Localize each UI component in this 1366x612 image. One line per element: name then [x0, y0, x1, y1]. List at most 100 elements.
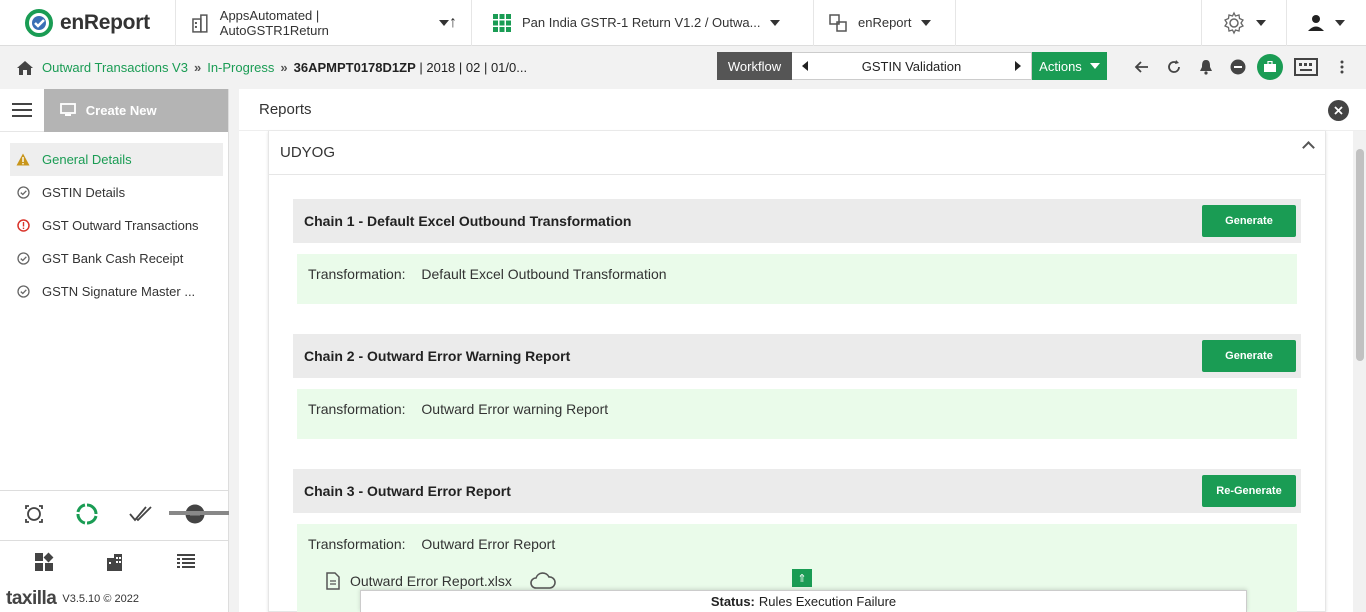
- top-bar: enReport AppsAutomated | AutoGSTR1Return…: [0, 0, 1366, 46]
- dashboard-icon[interactable]: [34, 552, 54, 575]
- check-circle-icon: [16, 285, 30, 299]
- workflow-bar: Workflow GSTIN Validation Actions: [717, 52, 1107, 80]
- transformation-value: Outward Error warning Report: [421, 401, 609, 417]
- warning-icon: [16, 153, 30, 167]
- file-icon: [326, 572, 340, 590]
- brand-name: enReport: [60, 10, 150, 34]
- menu-toggle-button[interactable]: [0, 89, 44, 132]
- chevron-down-icon: [770, 19, 781, 26]
- chain-header: Chain 1 - Default Excel Outbound Transfo…: [293, 199, 1301, 243]
- check-circle-icon: [16, 252, 30, 266]
- bell-icon: [1200, 60, 1212, 75]
- focus-icon[interactable]: [24, 504, 44, 527]
- chain-transformation: Transformation: Default Excel Outbound T…: [297, 254, 1297, 304]
- status-value: Rules Execution Failure: [758, 594, 897, 609]
- chevron-down-icon: [439, 19, 449, 26]
- actions-dropdown[interactable]: Actions: [1032, 52, 1107, 80]
- list-report-icon[interactable]: [176, 553, 196, 574]
- sidebar-tools-secondary: [0, 540, 229, 585]
- main-panel: Reports UDYOG Chain 1 - Default Excel Ou…: [239, 89, 1366, 612]
- briefcase-icon: [1264, 61, 1276, 72]
- refresh-button[interactable]: [1158, 52, 1190, 82]
- cloud-download-icon[interactable]: [530, 572, 556, 590]
- sidebar-item-label: General Details: [42, 152, 132, 167]
- chain-header: Chain 3 - Outward Error Report Re-Genera…: [293, 469, 1301, 513]
- generate-button[interactable]: Generate: [1202, 340, 1296, 372]
- scrollbar[interactable]: [1353, 131, 1366, 612]
- home-icon[interactable]: [16, 60, 34, 76]
- minus-circle-icon: [1230, 59, 1246, 75]
- hamburger-icon: [11, 103, 32, 117]
- regenerate-button[interactable]: Re-Generate: [1202, 475, 1296, 507]
- brand-logo[interactable]: enReport: [0, 0, 176, 46]
- generate-button[interactable]: Generate: [1202, 205, 1296, 237]
- breadcrumb-separator: »: [280, 60, 288, 75]
- close-button[interactable]: [1328, 100, 1349, 121]
- breadcrumb-item-in-progress[interactable]: In-Progress: [207, 60, 274, 75]
- chain-title: Chain 1 - Default Excel Outbound Transfo…: [304, 213, 632, 229]
- notifications-button[interactable]: [1190, 52, 1222, 82]
- sidebar-item-gstin-details[interactable]: GSTIN Details: [10, 176, 223, 209]
- sidebar-item-gst-bank-cash-receipt[interactable]: GST Bank Cash Receipt: [10, 242, 223, 275]
- report-section: UDYOG Chain 1 - Default Excel Outbound T…: [268, 131, 1326, 612]
- double-check-icon[interactable]: [129, 505, 153, 526]
- error-icon: [16, 219, 30, 233]
- product-selector[interactable]: enReport: [814, 0, 956, 46]
- scrollbar-thumb[interactable]: [1356, 149, 1364, 361]
- reports-button[interactable]: [1254, 52, 1286, 82]
- app-name: Pan India GSTR-1 Return V1.2 / Outwa...: [522, 15, 761, 30]
- chevron-down-icon: [1335, 19, 1345, 26]
- enreport-logo-icon: [25, 8, 53, 37]
- sidebar-item-general-details[interactable]: General Details: [10, 143, 223, 176]
- status-bar: Status: Rules Execution Failure: [360, 590, 1247, 612]
- minus-circle-icon[interactable]: [185, 504, 205, 527]
- breadcrumb: Outward Transactions V3 » In-Progress » …: [0, 46, 1366, 89]
- transformation-label: Transformation:: [308, 536, 406, 552]
- transformation-value: Outward Error Report: [421, 536, 556, 552]
- workflow-step-name: GSTIN Validation: [861, 58, 962, 74]
- scroll-to-top-button[interactable]: ⇑: [792, 569, 812, 587]
- arrow-left-icon: [1134, 61, 1148, 73]
- refresh-icon: [1168, 60, 1180, 73]
- keyboard-icon: [1294, 58, 1318, 76]
- chain-card: Chain 2 - Outward Error Warning Report G…: [293, 334, 1301, 439]
- settings-menu[interactable]: [1201, 0, 1286, 46]
- workflow-label: Workflow: [717, 52, 792, 80]
- sync-icon[interactable]: [76, 503, 98, 528]
- check-circle-icon: [16, 186, 30, 200]
- breadcrumb-item-outward-transactions[interactable]: Outward Transactions V3: [42, 60, 188, 75]
- building-icon[interactable]: [105, 552, 125, 575]
- chain-title: Chain 2 - Outward Error Warning Report: [304, 348, 571, 364]
- org-selector[interactable]: AppsAutomated | AutoGSTR1Return ↑: [176, 0, 472, 46]
- file-name: Outward Error Report.xlsx: [350, 573, 512, 589]
- chain-title: Chain 3 - Outward Error Report: [304, 483, 511, 499]
- next-step-icon[interactable]: [1015, 61, 1021, 71]
- section-header[interactable]: UDYOG: [269, 131, 1325, 175]
- sidebar-item-gst-outward-transactions[interactable]: GST Outward Transactions: [10, 209, 223, 242]
- app-selector[interactable]: Pan India GSTR-1 Return V1.2 / Outwa...: [472, 0, 814, 46]
- arrow-up-icon[interactable]: ↑: [449, 14, 457, 32]
- sidebar-item-label: GST Outward Transactions: [42, 218, 199, 233]
- chevron-down-icon: [1256, 19, 1266, 26]
- chevron-up-icon[interactable]: [1302, 141, 1315, 154]
- previous-step-icon[interactable]: [802, 61, 808, 71]
- building-icon: [192, 13, 208, 33]
- sidebar: Create New General Details GSTIN Details…: [0, 88, 229, 612]
- page-title: Reports: [239, 89, 1366, 131]
- keyboard-button[interactable]: [1286, 52, 1326, 82]
- more-vertical-icon: [1340, 60, 1344, 74]
- create-new-button[interactable]: Create New: [43, 88, 228, 132]
- transformation-label: Transformation:: [308, 401, 406, 417]
- product-name: enReport: [858, 15, 912, 30]
- chevron-down-icon: [921, 19, 932, 26]
- sidebar-item-label: GST Bank Cash Receipt: [42, 251, 184, 266]
- back-button[interactable]: [1126, 52, 1158, 82]
- gear-icon: [1224, 11, 1244, 34]
- user-menu[interactable]: [1286, 0, 1366, 46]
- sidebar-item-label: GSTN Signature Master ...: [42, 284, 196, 299]
- workflow-step-navigator: GSTIN Validation: [792, 52, 1032, 80]
- remove-button[interactable]: [1222, 52, 1254, 82]
- breadcrumb-current: 36APMPT0178D1ZP | 2018 | 02 | 01/0...: [294, 60, 527, 75]
- more-options-button[interactable]: [1326, 52, 1358, 82]
- sidebar-item-gstn-signature-master[interactable]: GSTN Signature Master ...: [10, 275, 223, 308]
